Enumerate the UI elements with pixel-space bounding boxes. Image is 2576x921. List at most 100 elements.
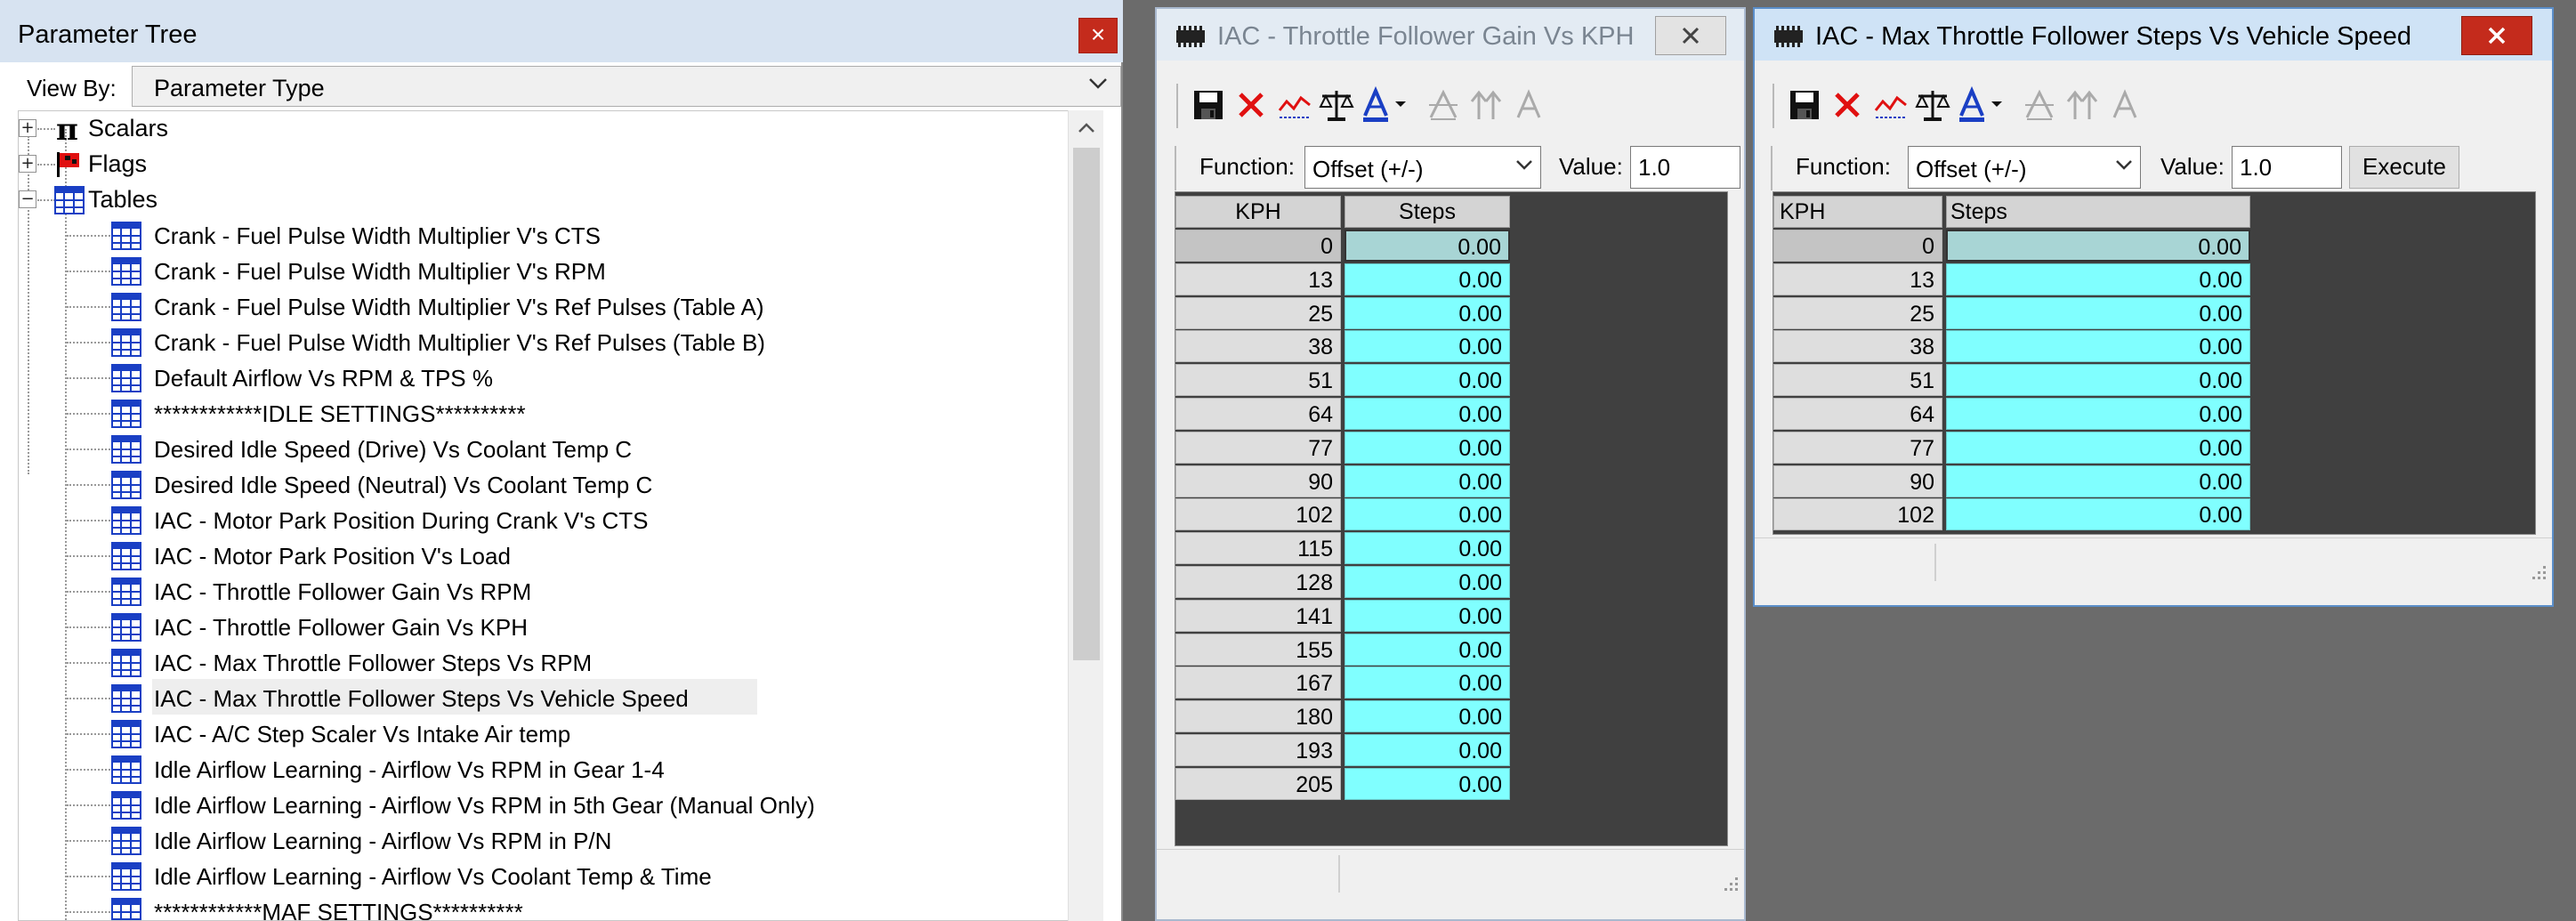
steps-cell[interactable]: 0.00 xyxy=(1345,667,1510,699)
row-header-kph[interactable]: 64 xyxy=(1175,398,1341,430)
row-header-kph[interactable]: 155 xyxy=(1175,633,1341,666)
row-header-kph[interactable]: 64 xyxy=(1773,398,1942,430)
tree-node-tables[interactable]: − Tables xyxy=(19,182,375,218)
graph-icon[interactable] xyxy=(1274,85,1313,125)
steps-cell[interactable]: 0.00 xyxy=(1345,700,1510,733)
steps-cell[interactable]: 0.00 xyxy=(1946,296,2250,329)
tree-item-table[interactable]: Crank - Fuel Pulse Width Multiplier V's … xyxy=(19,289,1069,325)
steps-cell[interactable]: 0.00 xyxy=(1946,498,2250,531)
row-header-kph[interactable]: 115 xyxy=(1175,532,1341,565)
steps-cell[interactable]: 0.00 xyxy=(1345,431,1510,464)
steps-cell[interactable]: 0.00 xyxy=(1345,364,1510,397)
tree-item-table[interactable]: Crank - Fuel Pulse Width Multiplier V's … xyxy=(19,325,1069,360)
tree-item-table[interactable]: Idle Airflow Learning - Airflow Vs RPM i… xyxy=(19,823,1069,859)
close-button[interactable] xyxy=(1655,16,1726,55)
scroll-up-icon[interactable] xyxy=(1069,110,1104,146)
steps-cell[interactable]: 0.00 xyxy=(1345,330,1510,363)
tree-item-table[interactable]: IAC - Motor Park Position V's Load xyxy=(19,538,1069,574)
tree-item-table[interactable]: Crank - Fuel Pulse Width Multiplier V's … xyxy=(19,218,1069,254)
tree-item-table[interactable]: IAC - Max Throttle Follower Steps Vs Veh… xyxy=(19,681,1069,716)
window-titlebar[interactable]: IAC - Throttle Follower Gain Vs KPH xyxy=(1157,9,1744,61)
resize-grip-icon[interactable] xyxy=(2529,562,2547,580)
steps-cell[interactable]: 0.00 xyxy=(1345,296,1510,329)
window-titlebar[interactable]: IAC - Max Throttle Follower Steps Vs Veh… xyxy=(1755,9,2552,61)
tree-item-table[interactable]: Idle Airflow Learning - Airflow Vs RPM i… xyxy=(19,788,1069,823)
tree-item-table[interactable]: Desired Idle Speed (Drive) Vs Coolant Te… xyxy=(19,432,1069,467)
row-header-kph[interactable]: 0 xyxy=(1175,230,1341,262)
row-header-kph[interactable]: 180 xyxy=(1175,700,1341,733)
steps-cell[interactable]: 0.00 xyxy=(1345,599,1510,632)
resize-grip-icon[interactable] xyxy=(1721,874,1739,892)
compare-icon[interactable] xyxy=(1913,85,1952,125)
steps-cell[interactable]: 0.00 xyxy=(1946,330,2250,363)
row-header-kph[interactable]: 13 xyxy=(1175,263,1341,295)
row-header-kph[interactable]: 13 xyxy=(1773,263,1942,295)
collapse-icon[interactable]: − xyxy=(19,190,36,208)
font-color-icon[interactable] xyxy=(1956,85,2009,125)
steps-cell[interactable]: 0.00 xyxy=(1345,465,1510,497)
steps-cell[interactable]: 0.00 xyxy=(1345,230,1510,262)
tree-item-table[interactable]: Idle Airflow Learning - Airflow Vs RPM i… xyxy=(19,752,1069,788)
column-header-kph[interactable]: KPH xyxy=(1175,196,1341,228)
expand-icon[interactable]: + xyxy=(19,155,36,173)
row-header-kph[interactable]: 51 xyxy=(1175,364,1341,397)
scrollbar-thumb[interactable] xyxy=(1073,148,1100,660)
column-header-kph[interactable]: KPH xyxy=(1773,196,1942,228)
tree-item-table[interactable]: ************MAF SETTINGS********** xyxy=(19,894,1069,920)
steps-cell[interactable]: 0.00 xyxy=(1345,263,1510,295)
row-header-kph[interactable]: 38 xyxy=(1773,330,1942,363)
row-header-kph[interactable]: 102 xyxy=(1773,498,1942,531)
value-input[interactable] xyxy=(2232,146,2342,189)
row-header-kph[interactable]: 25 xyxy=(1175,296,1341,329)
steps-cell[interactable]: 0.00 xyxy=(1946,465,2250,497)
row-header-kph[interactable]: 77 xyxy=(1773,431,1942,464)
row-header-kph[interactable]: 205 xyxy=(1175,767,1341,800)
row-header-kph[interactable]: 141 xyxy=(1175,599,1341,632)
tree-item-table[interactable]: Crank - Fuel Pulse Width Multiplier V's … xyxy=(19,254,1069,289)
steps-cell[interactable]: 0.00 xyxy=(1345,498,1510,531)
value-input[interactable] xyxy=(1630,146,1740,189)
steps-cell[interactable]: 0.00 xyxy=(1946,364,2250,397)
steps-cell[interactable]: 0.00 xyxy=(1345,566,1510,598)
row-header-kph[interactable]: 77 xyxy=(1175,431,1341,464)
tree-item-table[interactable]: IAC - Motor Park Position During Crank V… xyxy=(19,503,1069,538)
row-header-kph[interactable]: 102 xyxy=(1175,498,1341,531)
execute-button[interactable]: Execute xyxy=(2349,146,2459,189)
row-header-kph[interactable]: 90 xyxy=(1773,465,1942,497)
tree-item-table[interactable]: Idle Airflow Learning - Airflow Vs Coola… xyxy=(19,859,1069,894)
tree-item-table[interactable]: IAC - A/C Step Scaler Vs Intake Air temp xyxy=(19,716,1069,752)
close-button[interactable] xyxy=(2461,16,2532,55)
save-icon[interactable] xyxy=(1785,85,1824,125)
column-header-steps[interactable]: Steps xyxy=(1946,196,2250,228)
row-header-kph[interactable]: 38 xyxy=(1175,330,1341,363)
close-button[interactable]: × xyxy=(1078,18,1118,53)
steps-cell[interactable]: 0.00 xyxy=(1345,398,1510,430)
steps-cell[interactable]: 0.00 xyxy=(1946,398,2250,430)
steps-cell[interactable]: 0.00 xyxy=(1946,431,2250,464)
steps-cell[interactable]: 0.00 xyxy=(1345,633,1510,666)
steps-cell[interactable]: 0.00 xyxy=(1345,767,1510,800)
vertical-scrollbar[interactable] xyxy=(1068,110,1103,921)
tree-item-table[interactable]: Desired Idle Speed (Neutral) Vs Coolant … xyxy=(19,467,1069,503)
tree-node-flags[interactable]: + Flags xyxy=(19,147,375,182)
function-dropdown[interactable]: Offset (+/-) xyxy=(1304,146,1541,189)
tree-node-scalars[interactable]: + π Scalars xyxy=(19,111,375,147)
row-header-kph[interactable]: 0 xyxy=(1773,230,1942,262)
function-dropdown[interactable]: Offset (+/-) xyxy=(1908,146,2141,189)
expand-icon[interactable]: + xyxy=(19,119,36,137)
tree-item-table[interactable]: Default Airflow Vs RPM & TPS % xyxy=(19,360,1069,396)
steps-cell[interactable]: 0.00 xyxy=(1946,230,2250,262)
tree-item-table[interactable]: IAC - Throttle Follower Gain Vs RPM xyxy=(19,574,1069,610)
tree-item-table[interactable]: IAC - Throttle Follower Gain Vs KPH xyxy=(19,610,1069,645)
row-header-kph[interactable]: 128 xyxy=(1175,566,1341,598)
tree-item-table[interactable]: ************IDLE SETTINGS********** xyxy=(19,396,1069,432)
row-header-kph[interactable]: 193 xyxy=(1175,734,1341,766)
steps-cell[interactable]: 0.00 xyxy=(1946,263,2250,295)
steps-cell[interactable]: 0.00 xyxy=(1345,532,1510,565)
row-header-kph[interactable]: 167 xyxy=(1175,667,1341,699)
column-header-steps[interactable]: Steps xyxy=(1345,196,1510,228)
save-icon[interactable] xyxy=(1189,85,1228,125)
steps-cell[interactable]: 0.00 xyxy=(1345,734,1510,766)
row-header-kph[interactable]: 51 xyxy=(1773,364,1942,397)
view-by-dropdown[interactable]: Parameter Type xyxy=(132,66,1121,107)
